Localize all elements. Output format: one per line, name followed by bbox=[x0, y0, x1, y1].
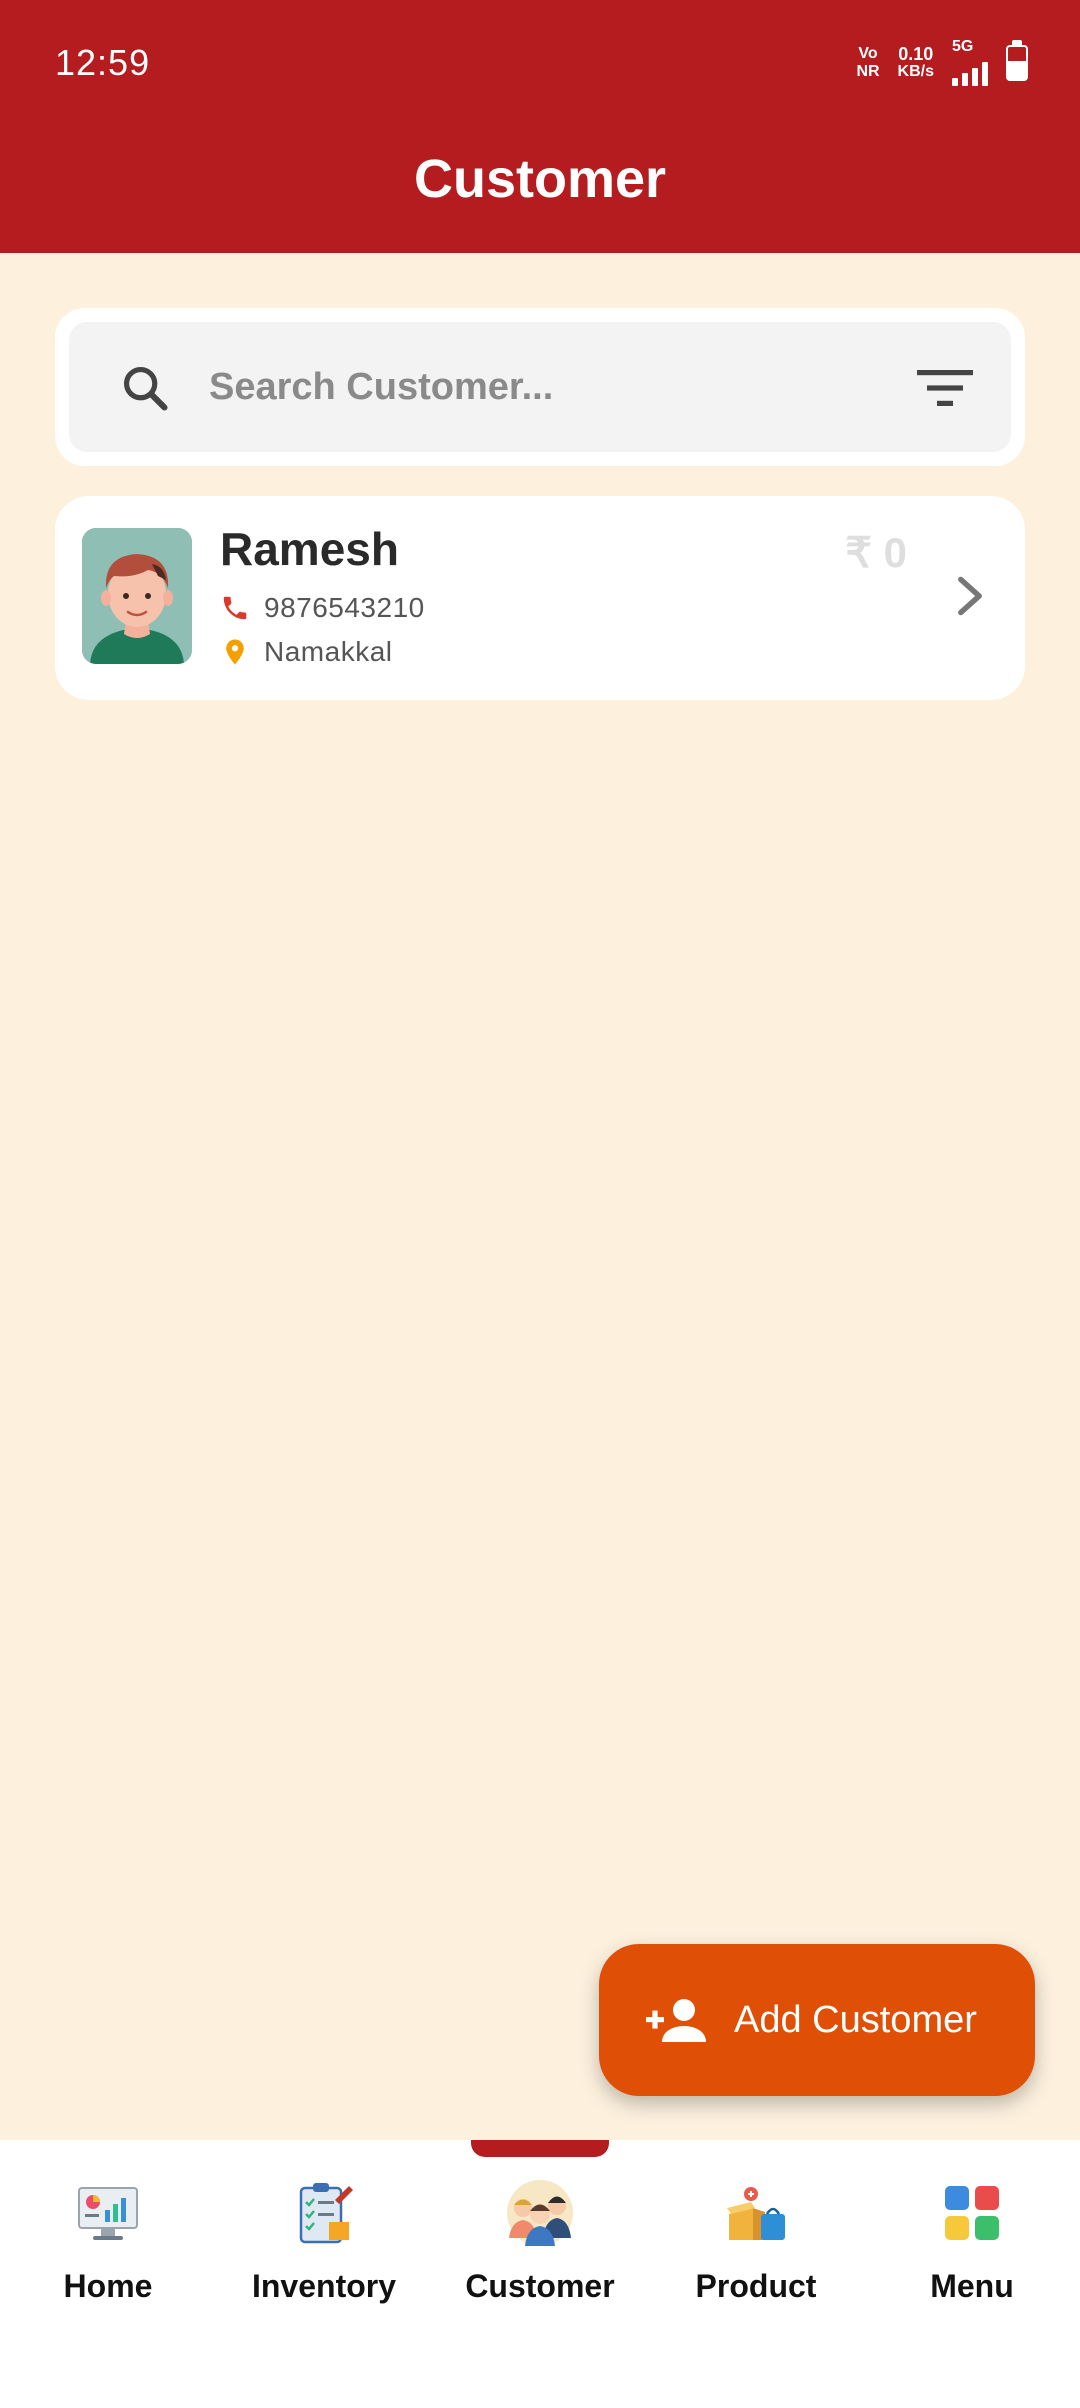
clipboard-checklist-icon bbox=[299, 2183, 353, 2244]
customer-group-icon bbox=[507, 2180, 573, 2246]
customer-phone: 9876543210 bbox=[264, 592, 425, 623]
network-speed: 0.10 KB/s bbox=[897, 44, 934, 80]
nav-item-product[interactable]: Product bbox=[648, 2178, 864, 2305]
search-card bbox=[55, 308, 1025, 466]
customer-location: Namakkal bbox=[264, 636, 393, 667]
volte-indicator: Vo NR bbox=[856, 45, 880, 80]
customer-phone-row: 9876543210 bbox=[220, 592, 425, 624]
signal-icon: 5G bbox=[952, 39, 988, 86]
page-title: Customer bbox=[413, 149, 667, 209]
chevron-right-icon[interactable] bbox=[955, 574, 985, 618]
customer-balance: ₹ 0 bbox=[845, 529, 907, 576]
battery-icon bbox=[1006, 40, 1028, 81]
search-field[interactable] bbox=[69, 322, 1011, 452]
customer-card[interactable]: Ramesh 9876543210 Namakkal ₹ 0 bbox=[55, 496, 1025, 700]
search-icon bbox=[123, 366, 168, 411]
bottom-nav: Home Inventory Customer Product Menu bbox=[0, 2140, 1080, 2408]
app-header: 12:59 Vo NR 0.10 KB/s 5G Customer bbox=[0, 0, 1080, 253]
add-customer-button[interactable]: Add Customer bbox=[599, 1944, 1035, 2096]
phone-icon bbox=[223, 596, 247, 620]
location-pin-icon bbox=[226, 639, 244, 665]
avatar bbox=[82, 528, 192, 664]
active-tab-indicator bbox=[471, 2140, 609, 2157]
status-time: 12:59 bbox=[55, 42, 151, 83]
add-person-icon bbox=[646, 1999, 706, 2042]
nav-item-menu[interactable]: Menu bbox=[864, 2178, 1080, 2305]
status-icons: Vo NR 0.10 KB/s 5G bbox=[856, 39, 1028, 86]
product-box-icon bbox=[727, 2187, 785, 2240]
person-avatar-icon bbox=[82, 528, 192, 664]
search-input[interactable] bbox=[209, 357, 869, 417]
filter-icon[interactable] bbox=[917, 368, 973, 408]
nav-item-home[interactable]: Home bbox=[0, 2178, 216, 2305]
nav-item-inventory[interactable]: Inventory bbox=[216, 2178, 432, 2305]
nav-item-customer[interactable]: Customer bbox=[432, 2178, 648, 2305]
add-customer-label: Add Customer bbox=[734, 1998, 977, 2041]
customer-location-row: Namakkal bbox=[220, 636, 392, 668]
grid-menu-icon bbox=[945, 2186, 999, 2240]
dashboard-monitor-icon bbox=[78, 2187, 138, 2240]
customer-name: Ramesh bbox=[220, 523, 399, 575]
